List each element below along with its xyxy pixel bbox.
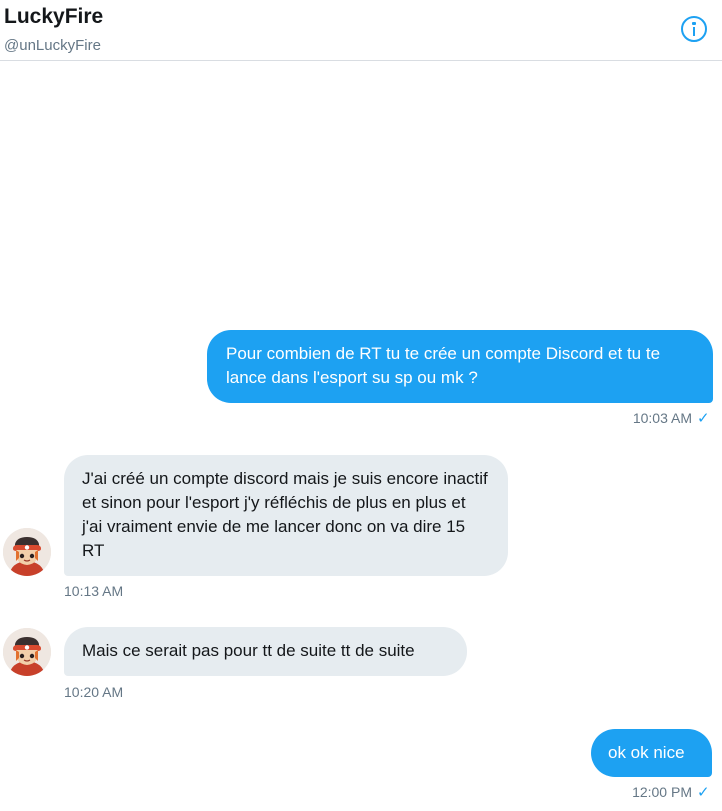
avatar[interactable] [3,528,51,576]
message-timestamp: 10:20 AM [64,684,124,700]
conversation-header: LuckyFire @unLuckyFire [0,0,722,61]
check-icon: ✓ [697,784,710,801]
message-timestamp: 10:13 AM [64,583,124,599]
check-icon: ✓ [697,410,710,427]
avatar[interactable] [3,628,51,676]
message-bubble-outgoing[interactable]: Pour combien de RT tu te crée un compte … [207,330,713,403]
avatar-icon [3,528,51,576]
message-bubble-incoming[interactable]: Mais ce serait pas pour tt de suite tt d… [64,627,467,676]
message-timestamp: 12:00 PM [632,784,692,800]
avatar-icon [3,628,51,676]
info-icon[interactable] [681,16,707,42]
message-bubble-outgoing[interactable]: ok ok nice [591,729,712,777]
contact-name[interactable]: LuckyFire [4,5,103,29]
message-bubble-incoming[interactable]: J'ai créé un compte discord mais je suis… [64,455,508,576]
contact-handle[interactable]: @unLuckyFire [4,37,101,54]
message-timestamp: 10:03 AM [632,410,692,426]
